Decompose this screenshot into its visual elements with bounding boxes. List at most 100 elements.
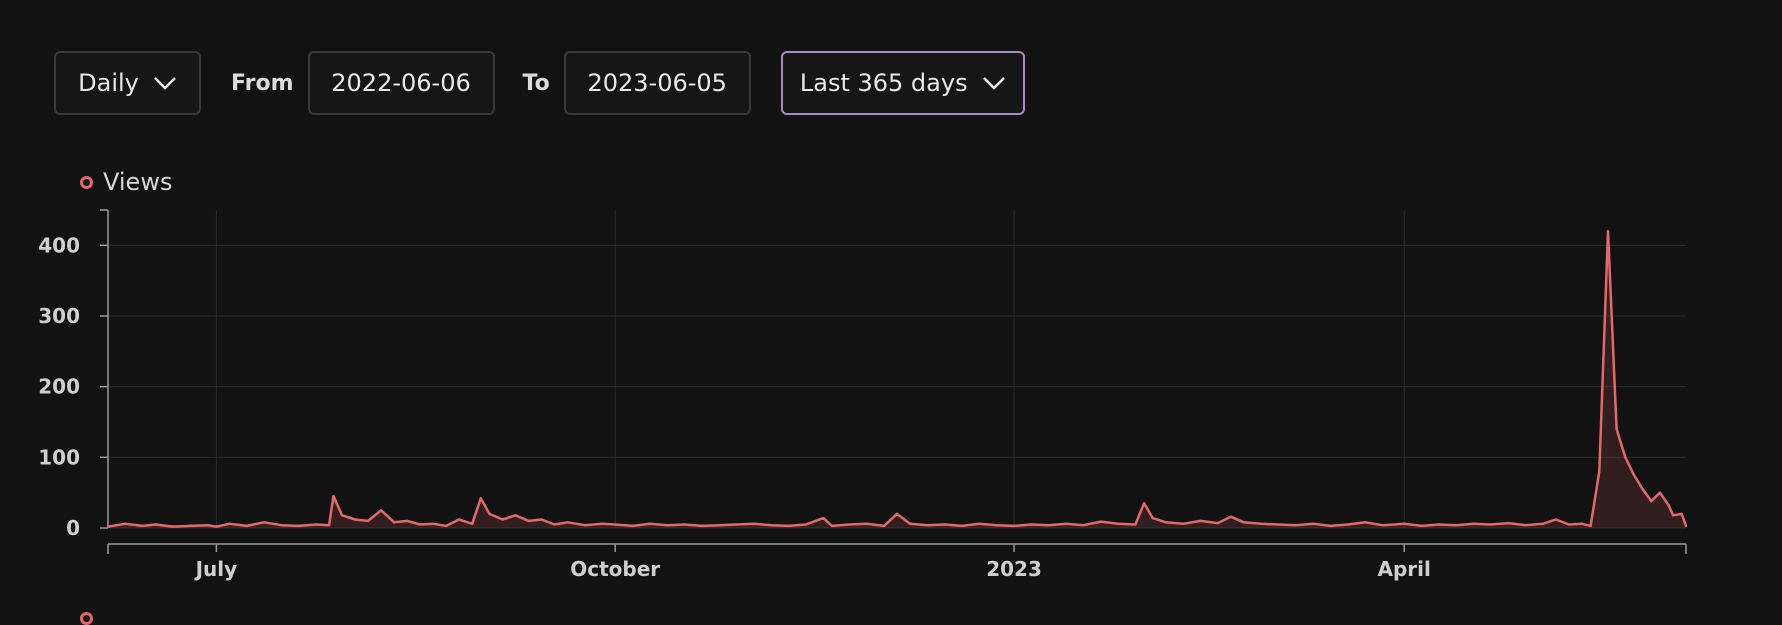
data-point [1632,473,1636,477]
y-tick-label: 0 [66,516,80,540]
data-point [908,522,912,525]
data-point [566,521,569,524]
data-point [1329,524,1332,528]
data-point [1199,519,1202,523]
data-point [1615,427,1618,431]
data-point [1589,524,1592,528]
x-tick-label: 2023 [986,557,1042,581]
data-point [470,522,474,525]
data-point [601,522,604,525]
data-point [865,522,868,525]
data-point [1242,521,1246,524]
data-point [141,524,144,528]
data-point [553,523,556,526]
data-point [735,523,738,526]
next-chart-legend-partial [80,612,93,625]
data-point [1030,523,1033,526]
data-point [1216,521,1220,525]
data-point [245,524,248,528]
data-point [392,521,396,524]
data-point [1047,523,1050,527]
data-point [1641,487,1644,491]
data-point [479,497,483,500]
data-point [280,523,283,527]
views-line [107,229,1688,528]
data-point [631,524,634,528]
data-point [1658,491,1662,494]
data-point [787,524,790,528]
data-point [124,522,127,525]
data-point [583,523,587,527]
data-point [327,523,331,527]
data-point [830,524,834,528]
data-point [978,522,981,525]
data-point [995,523,998,527]
data-point [418,523,422,526]
data-point [457,518,461,521]
data-point [1472,522,1475,525]
data-point [960,524,964,528]
data-point [1012,524,1016,528]
data-point [1346,523,1350,526]
data-point [666,523,669,527]
views-chart: 0 100 200 300 400 July October 2023 April [38,209,1688,581]
data-point [1099,520,1102,523]
data-point [1142,502,1146,505]
data-point [1420,524,1423,528]
y-tick-label: 400 [38,233,80,257]
data-point [1671,514,1675,517]
data-point [366,519,370,523]
data-point [683,523,686,526]
data-point [1507,521,1510,525]
data-point [1524,523,1527,527]
data-point [1259,522,1263,525]
data-point [648,522,652,525]
data-point [228,522,231,525]
data-point [895,512,899,516]
data-point [770,523,773,527]
legend-marker-icon [80,612,93,625]
data-point [501,518,504,521]
x-tick-label: April [1378,557,1431,581]
data-point [488,512,491,516]
data-point [1650,499,1653,503]
data-point [340,514,344,517]
data-point [1116,522,1120,525]
data-point [106,525,110,528]
data-point [614,523,617,526]
data-point [1151,516,1154,520]
x-tick-label: October [570,557,660,581]
data-point [822,516,825,520]
data-point [882,524,886,528]
data-point [1381,523,1384,527]
y-tick-label: 100 [38,445,80,469]
data-point [1064,522,1068,525]
data-point [431,522,435,525]
data-point [314,523,318,526]
data-point [1403,522,1406,525]
data-point [1294,523,1298,527]
data-point [154,523,157,526]
data-point [848,523,851,526]
data-point [1541,522,1545,525]
data-point [1082,523,1085,527]
data-point [189,524,192,528]
data-point [215,525,218,528]
data-point [540,518,543,521]
y-tick-label: 200 [38,375,80,399]
data-point [405,519,409,523]
data-point [1554,518,1558,521]
data-point [1311,522,1315,525]
data-point [262,521,266,524]
data-point [1598,470,1601,473]
data-point [171,525,175,528]
data-point [1580,522,1584,525]
y-tick-label: 300 [38,304,80,328]
data-point [1567,523,1571,526]
data-point [926,523,929,527]
data-point [700,524,704,528]
data-point [379,509,383,512]
data-point [1277,523,1280,526]
data-point [332,495,335,498]
data-point [1437,523,1441,526]
